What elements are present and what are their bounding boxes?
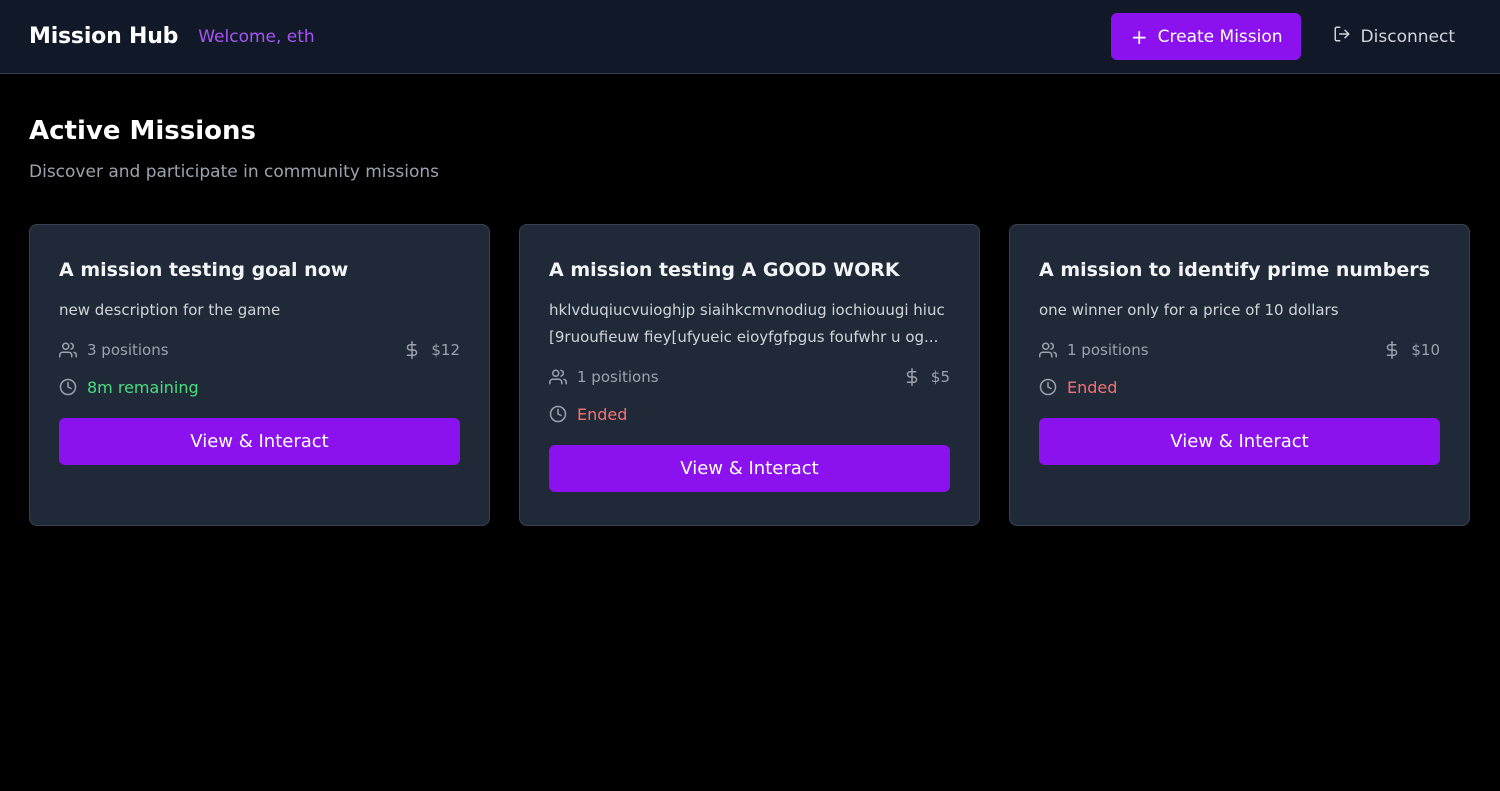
header-right: + Create Mission Disconnect xyxy=(1110,13,1471,60)
main-content: Active Missions Discover and participate… xyxy=(0,74,1500,526)
users-icon xyxy=(549,368,567,386)
header-left: Mission Hub Welcome, eth xyxy=(29,24,315,49)
positions-text: 3 positions xyxy=(87,341,169,359)
users-icon xyxy=(1039,341,1057,359)
mission-description: new description for the game xyxy=(59,301,281,319)
price-text: $5 xyxy=(930,368,950,386)
positions: 1 positions xyxy=(549,368,659,386)
price: $12 xyxy=(403,341,460,359)
time-status: Ended xyxy=(1039,375,1440,399)
page-title: Active Missions xyxy=(29,116,257,146)
users-icon xyxy=(59,341,77,359)
mission-card: A mission testing A GOOD WORK hklvduqiucv… xyxy=(519,224,980,526)
positions-text: 1 positions xyxy=(577,368,659,386)
mission-meta: 1 positions $10 xyxy=(1039,338,1440,362)
mission-meta: 3 positions $12 xyxy=(59,338,460,362)
page-subtitle: Discover and participate in community mi… xyxy=(29,162,440,182)
mission-title: A mission testing goal now xyxy=(59,259,349,281)
mission-description: one winner only for a price of 10 dollar… xyxy=(1039,301,1339,319)
time-status: 8m remaining xyxy=(59,375,460,399)
mission-card: A mission to identify prime numbers one w… xyxy=(1009,224,1470,526)
view-interact-button[interactable]: View & Interact xyxy=(1039,418,1440,465)
time-text: 8m remaining xyxy=(87,377,199,397)
mission-title: A mission testing A GOOD WORK xyxy=(549,259,900,281)
mission-cards: A mission testing goal now new descriptio… xyxy=(29,224,1471,526)
mission-description: hklvduqiucvuioghjp siaihkcmvnodiug iochi… xyxy=(549,301,945,346)
app-title: Mission Hub xyxy=(29,24,179,49)
plus-icon: + xyxy=(1130,24,1148,49)
disconnect-label: Disconnect xyxy=(1360,26,1455,47)
positions-text: 1 positions xyxy=(1067,341,1149,359)
create-mission-button[interactable]: + Create Mission xyxy=(1110,13,1301,60)
positions: 3 positions xyxy=(59,341,169,359)
logout-icon xyxy=(1333,25,1351,48)
price: $5 xyxy=(903,368,950,386)
dollar-icon xyxy=(1383,341,1401,359)
top-header: Mission Hub Welcome, eth + Create Missio… xyxy=(0,0,1500,74)
create-mission-label: Create Mission xyxy=(1157,26,1283,47)
time-text: Ended xyxy=(1067,377,1118,397)
welcome-text: Welcome, eth xyxy=(198,26,315,47)
clock-icon xyxy=(549,405,567,423)
time-text: Ended xyxy=(577,404,628,424)
clock-icon xyxy=(59,378,77,396)
time-status: Ended xyxy=(549,402,950,426)
mission-meta: 1 positions $5 xyxy=(549,365,950,389)
price-text: $12 xyxy=(431,341,460,359)
positions: 1 positions xyxy=(1039,341,1149,359)
view-interact-button[interactable]: View & Interact xyxy=(59,418,460,465)
clock-icon xyxy=(1039,378,1057,396)
mission-card: A mission testing goal now new descriptio… xyxy=(29,224,490,526)
price-text: $10 xyxy=(1411,341,1440,359)
price: $10 xyxy=(1383,341,1440,359)
view-interact-button[interactable]: View & Interact xyxy=(549,445,950,492)
disconnect-button[interactable]: Disconnect xyxy=(1317,13,1471,60)
mission-title: A mission to identify prime numbers xyxy=(1039,259,1430,281)
dollar-icon xyxy=(403,341,421,359)
dollar-icon xyxy=(903,368,921,386)
